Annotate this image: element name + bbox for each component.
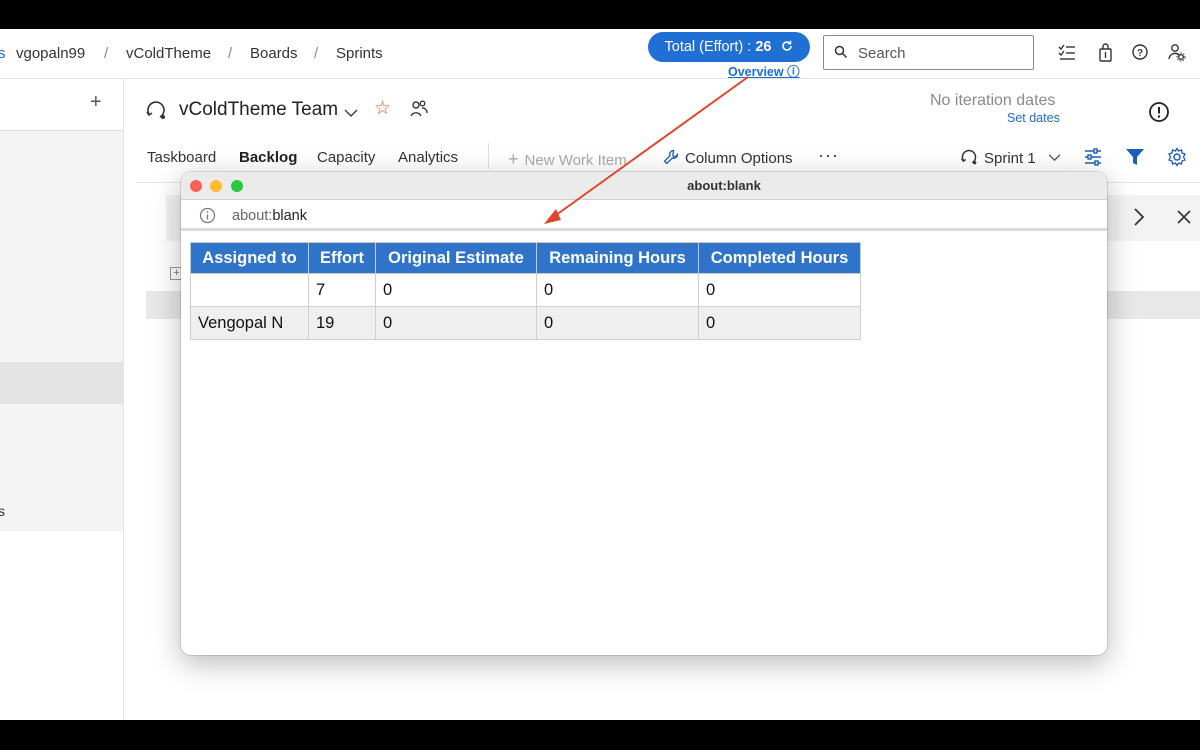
tab-backlog[interactable]: Backlog [239,149,297,166]
total-effort-button[interactable]: Total (Effort) : 26 [648,32,810,62]
popup-url: about:blank [232,208,307,224]
total-effort-value: 26 [755,39,772,55]
sprint-cycle-icon [145,99,167,126]
search-input[interactable]: Search [823,35,1034,70]
popup-url-bar: about:blank [181,200,1107,231]
shopping-bag-icon[interactable] [1096,43,1116,63]
iteration-status: No iteration dates [930,92,1056,109]
column-header: Assigned to [190,242,309,274]
breadcrumb-separator: / [228,45,233,62]
popup-title-bar: about:blank [181,172,1107,200]
sprint-cycle-icon [960,148,978,170]
table-cell: Vengopal N [190,306,309,340]
star-icon[interactable]: ☆ [374,97,391,120]
sprint-selector[interactable]: Sprint 1 [960,148,1061,170]
table-row: Vengopal N 19 0 0 0 [190,306,861,340]
chevron-right-icon[interactable] [1132,207,1146,232]
column-header: Effort [308,242,376,274]
new-work-item-button[interactable]: + New Work Item [508,149,627,170]
search-placeholder: Search [858,45,906,62]
left-panel-footer [0,531,123,720]
column-options-label: Column Options [685,150,793,167]
user-settings-icon[interactable] [1167,43,1187,63]
help-icon[interactable]: ? [1131,43,1151,63]
left-panel: + s [0,79,124,720]
info-icon[interactable] [199,207,216,229]
url-scheme: about: [232,208,273,224]
table-cell: 0 [698,306,861,340]
column-header: Original Estimate [375,242,537,274]
tab-analytics[interactable]: Analytics [398,149,458,166]
app-screen: s vgopaln99 / vColdTheme / Boards / Spri… [0,29,1200,720]
breadcrumb-separator: / [104,45,109,62]
chevron-down-icon [1048,149,1061,166]
url-path: blank [272,208,307,224]
chevron-down-icon[interactable] [344,105,358,123]
column-header: Remaining Hours [536,242,699,274]
effort-summary-table: Assigned to Effort Original Estimate Rem… [190,242,861,340]
table-cell: 0 [375,306,537,340]
refresh-icon[interactable] [781,33,793,63]
left-panel-header: + [0,79,123,131]
add-icon[interactable]: + [90,91,102,114]
team-name[interactable]: vColdTheme Team [179,99,338,121]
search-icon [834,45,848,64]
popup-title: about:blank [687,178,761,193]
gear-icon[interactable] [1167,147,1187,172]
breadcrumb-project[interactable]: vColdTheme [126,45,211,62]
tab-taskboard[interactable]: Taskboard [147,149,216,166]
left-panel-truncated-text: s [0,503,5,519]
table-cell: 0 [375,273,537,307]
toolbar-divider [488,143,489,169]
column-header: Completed Hours [698,242,861,274]
breadcrumb-truncated: s [0,45,6,62]
people-icon[interactable] [409,99,429,124]
breadcrumb-org[interactable]: vgopaln99 [16,45,85,62]
sprint-label: Sprint 1 [984,150,1036,167]
table-cell [190,273,309,307]
new-work-item-label: New Work Item [524,152,627,169]
svg-text:?: ? [1137,48,1143,59]
plus-icon: + [508,149,519,169]
breadcrumb-sprints[interactable]: Sprints [336,45,383,62]
close-icon[interactable] [1176,209,1192,230]
breadcrumb-separator: / [314,45,319,62]
table-cell: 0 [536,306,699,340]
table-cell: 7 [308,273,376,307]
table-row: 7 0 0 0 [190,273,861,307]
tab-capacity[interactable]: Capacity [317,149,375,166]
wrench-icon [663,149,679,169]
column-options-button[interactable]: Column Options [663,149,793,169]
filter-icon[interactable] [1125,147,1145,172]
overview-link[interactable]: Overview ⓘ [728,61,800,80]
breadcrumb-boards[interactable]: Boards [250,45,298,62]
table-cell: 19 [308,306,376,340]
set-dates-link[interactable]: Set dates [1007,111,1060,125]
table-header-row: Assigned to Effort Original Estimate Rem… [190,242,861,274]
total-effort-label: Total (Effort) : [664,39,756,55]
left-panel-selected-item[interactable] [0,362,123,404]
top-bar: s vgopaln99 / vColdTheme / Boards / Spri… [0,29,1200,79]
table-cell: 0 [536,273,699,307]
table-cell: 0 [698,273,861,307]
view-options-icon[interactable] [1083,147,1103,172]
task-list-icon[interactable] [1057,43,1077,63]
alert-icon[interactable] [1148,101,1170,128]
popup-window: about:blank about:blank Assigned to Effo… [181,172,1107,655]
more-options-button[interactable]: ··· [818,145,839,166]
